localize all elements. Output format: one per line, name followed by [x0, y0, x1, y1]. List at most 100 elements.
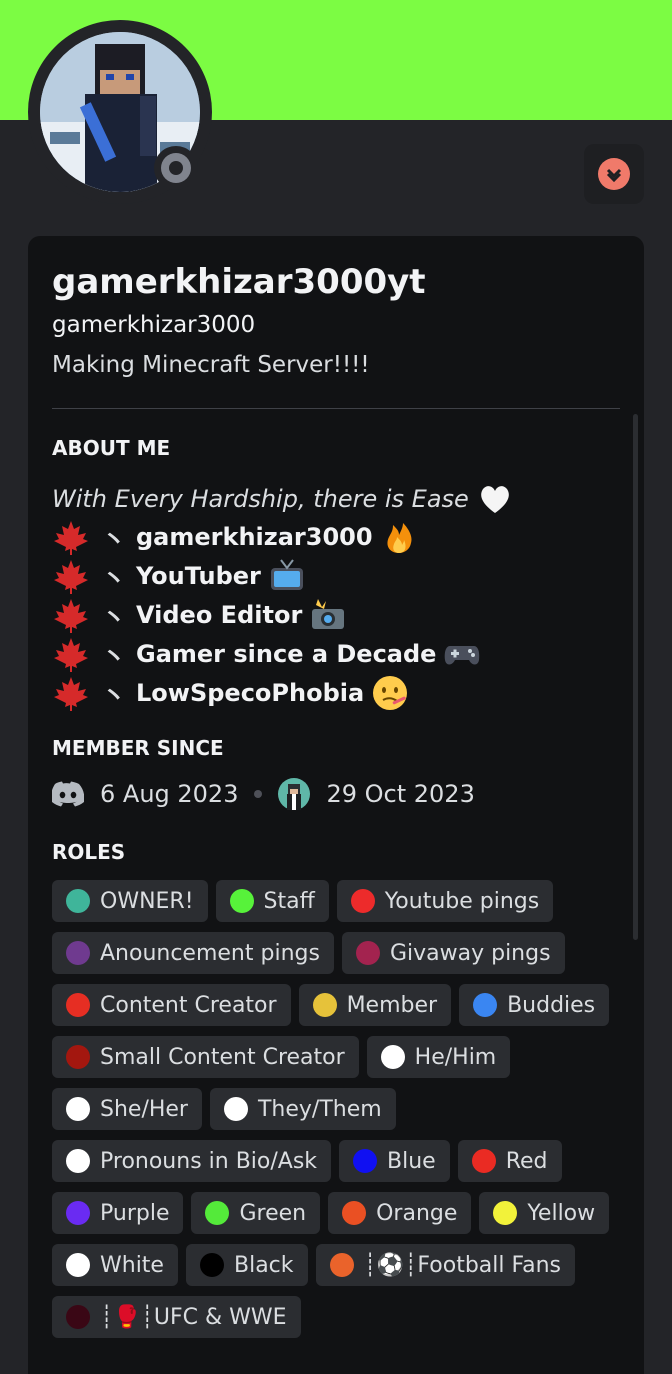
role-name: Yellow [527, 1200, 596, 1226]
role-pill[interactable]: Red [457, 1140, 562, 1182]
chevron-down-icon [606, 168, 622, 183]
role-pill[interactable]: Givaway pings [341, 932, 565, 974]
profile-menu-button[interactable] [584, 144, 644, 204]
fire-icon [387, 523, 412, 553]
role-name: Orange [376, 1200, 458, 1226]
role-name: Member [346, 992, 438, 1018]
role-pill[interactable]: He/Him [366, 1036, 511, 1078]
role-color-dot[interactable] [66, 941, 90, 965]
tv-icon [270, 559, 303, 590]
camera-flash-icon [312, 599, 345, 629]
role-color-dot[interactable] [350, 889, 375, 913]
role-color-dot[interactable] [205, 1201, 230, 1225]
maple-leaf-icon [54, 638, 88, 672]
sick-face-icon [373, 676, 408, 710]
role-name: Black [233, 1252, 294, 1278]
role-pill[interactable]: They/Them [209, 1088, 396, 1130]
display-name: gamerkhizar3000yt [52, 262, 426, 302]
scrollbar[interactable] [633, 414, 638, 940]
slash-mark: 丶 [102, 642, 126, 671]
about-intro-line: With Every Hardship, there is Ease [52, 480, 513, 518]
separator-dot [254, 790, 263, 798]
slash-mark: 丶 [102, 564, 126, 593]
role-pill[interactable]: Yellow [479, 1192, 610, 1234]
role-name: He/Him [414, 1044, 497, 1070]
role-name: She/Her [100, 1096, 188, 1122]
role-color-dot[interactable] [329, 1253, 354, 1277]
maple-leaf-icon [54, 677, 88, 711]
role-pill[interactable]: Anouncement pings [52, 932, 334, 974]
role-color-dot[interactable] [493, 1201, 518, 1225]
member-since-row: 6 Aug 2023 29 Oct 2023 [52, 776, 475, 812]
about-line: 丶 gamerkhizar3000 [52, 518, 417, 556]
role-color-dot[interactable] [66, 1045, 90, 1069]
role-pill[interactable]: Pronouns in Bio/Ask [52, 1140, 332, 1182]
role-color-dot[interactable] [66, 889, 90, 913]
about-line: 丶 LowSpecoPhobia [52, 674, 408, 712]
role-color-dot[interactable] [66, 1149, 90, 1173]
role-name: ┊🥊┊UFC & WWE [100, 1304, 287, 1330]
member-since-title: MEMBER SINCE [52, 736, 224, 760]
role-pill[interactable]: Content Creator [52, 984, 291, 1026]
role-name: Staff [263, 888, 315, 914]
role-color-dot[interactable] [66, 1201, 90, 1225]
role-name: Pronouns in Bio/Ask [100, 1148, 318, 1174]
role-pill[interactable]: Staff [215, 880, 329, 922]
role-color-dot[interactable] [66, 1097, 90, 1121]
role-color-dot[interactable] [355, 941, 380, 965]
role-pill[interactable]: Black [185, 1244, 308, 1286]
role-name: Anouncement pings [100, 940, 320, 966]
discord-join-date: 6 Aug 2023 [100, 780, 239, 808]
role-color-dot[interactable] [66, 993, 90, 1017]
role-color-dot[interactable] [353, 1149, 378, 1173]
role-pill[interactable]: Small Content Creator [52, 1036, 359, 1078]
role-pill[interactable]: ┊⚽┊Football Fans [315, 1244, 575, 1286]
role-color-dot[interactable] [199, 1253, 224, 1277]
roles-title: ROLES [52, 840, 126, 864]
role-pill[interactable]: Orange [328, 1192, 472, 1234]
role-name: Content Creator [100, 992, 277, 1018]
about-line-text: Gamer since a Decade [136, 640, 437, 668]
role-pill[interactable]: Member [298, 984, 452, 1026]
role-color-dot[interactable] [66, 1253, 90, 1277]
maple-leaf-icon [54, 521, 88, 555]
role-pill[interactable]: Purple [52, 1192, 184, 1234]
slash-mark: 丶 [102, 525, 126, 554]
role-color-dot[interactable] [342, 1201, 367, 1225]
role-color-dot[interactable] [223, 1097, 248, 1121]
about-line: 丶 YouTuber [52, 557, 305, 595]
about-line-text: LowSpecoPhobia [136, 679, 365, 707]
maple-leaf-icon [54, 560, 88, 594]
role-name: Givaway pings [389, 940, 551, 966]
about-intro-text: With Every Hardship, there is Ease [52, 485, 469, 513]
role-pill[interactable]: OWNER! [52, 880, 208, 922]
role-color-dot[interactable] [471, 1149, 496, 1173]
role-pill[interactable]: Green [191, 1192, 321, 1234]
role-pill[interactable]: She/Her [52, 1088, 202, 1130]
role-name: OWNER! [100, 888, 194, 914]
roles-list: OWNER! Staff Youtube pings Anouncement ping… [52, 880, 622, 1338]
username[interactable]: gamerkhizar3000 [52, 312, 255, 338]
role-color-dot[interactable] [312, 993, 337, 1017]
role-pill[interactable]: Youtube pings [336, 880, 554, 922]
role-name: Purple [100, 1200, 170, 1226]
role-pill[interactable]: ┊🥊┊UFC & WWE [52, 1296, 301, 1338]
role-color-dot[interactable] [380, 1045, 405, 1069]
about-me-title: ABOUT ME [52, 436, 171, 460]
server-icon[interactable] [278, 778, 311, 810]
role-color-dot[interactable] [66, 1305, 90, 1329]
role-color-dot[interactable] [473, 993, 498, 1017]
role-color-dot[interactable] [229, 889, 254, 913]
about-line-text: YouTuber [136, 562, 261, 590]
role-name: Green [239, 1200, 307, 1226]
server-join-date: 29 Oct 2023 [326, 780, 475, 808]
about-line: 丶 Video Editor [52, 596, 346, 634]
white-heart-icon [480, 486, 509, 513]
about-line: 丶 Gamer since a Decade [52, 635, 480, 673]
role-name: Youtube pings [384, 888, 540, 914]
discord-logo-icon [52, 781, 84, 807]
role-pill[interactable]: Blue [339, 1140, 450, 1182]
gamepad-icon [445, 646, 480, 665]
role-pill[interactable]: Buddies [459, 984, 610, 1026]
role-pill[interactable]: White [52, 1244, 178, 1286]
